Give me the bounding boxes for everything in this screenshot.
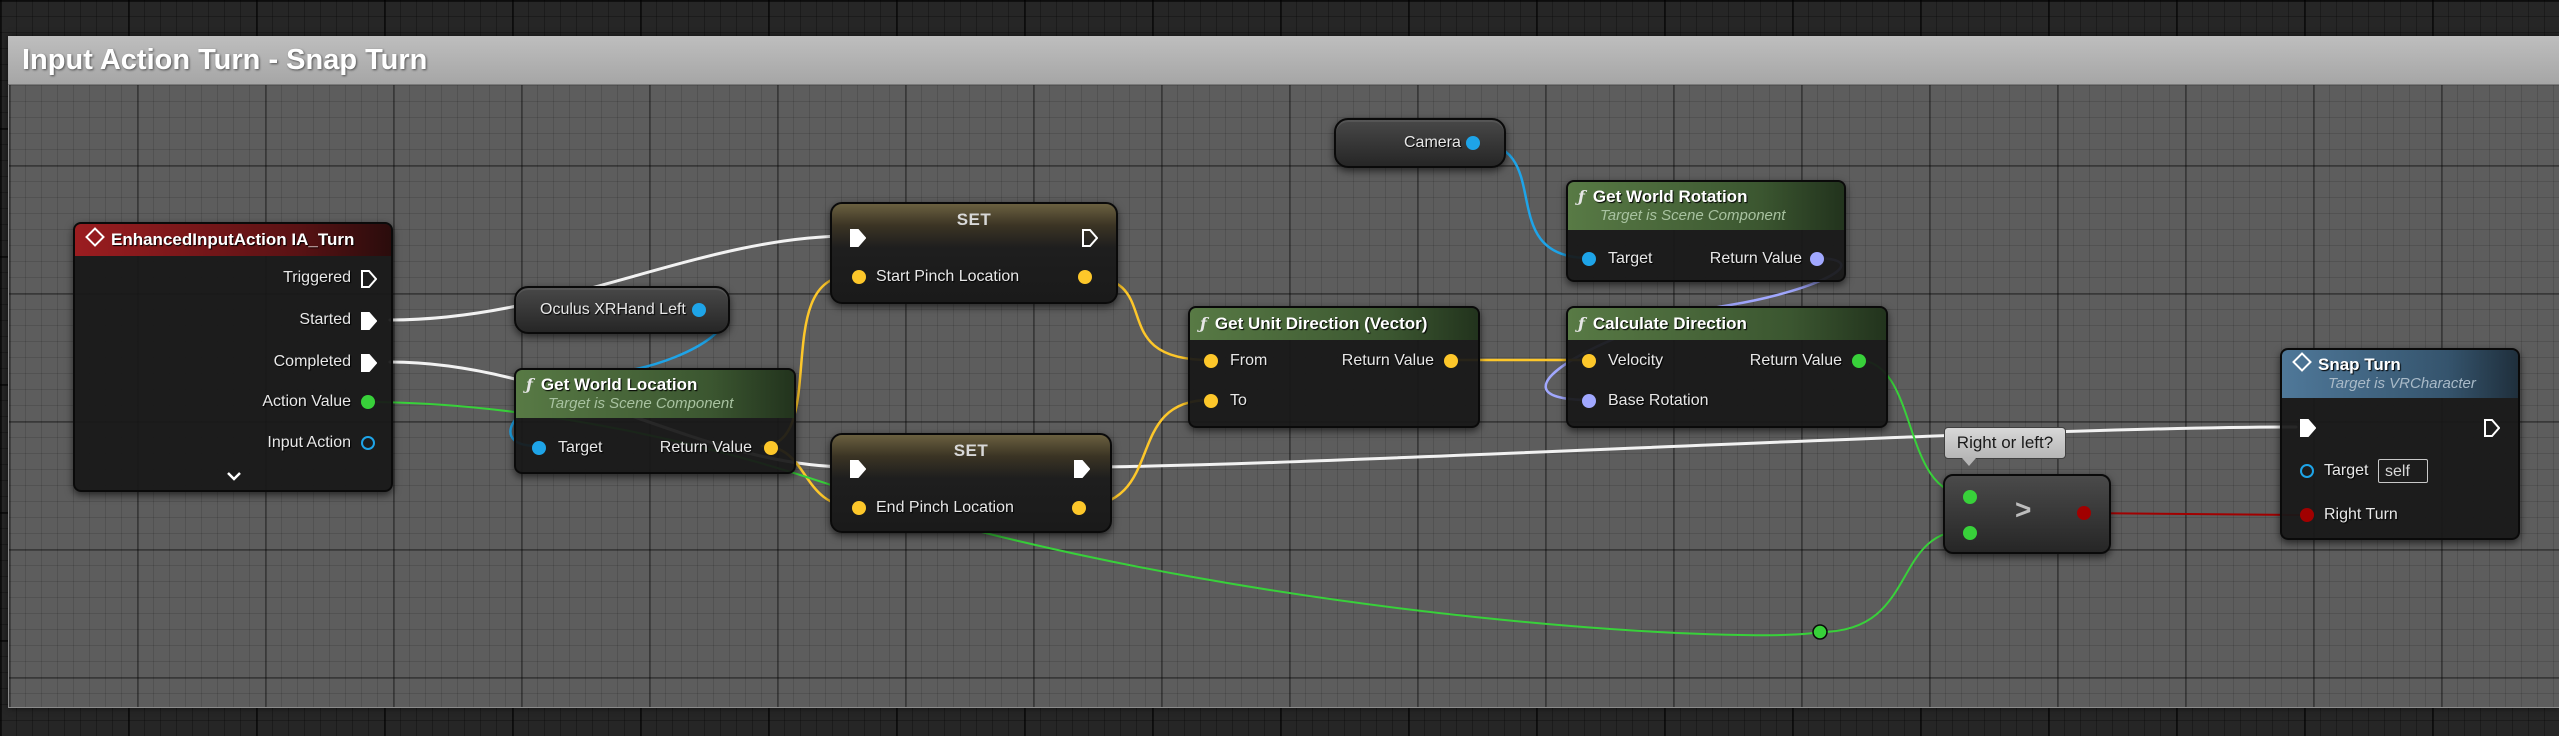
exec-pin-input[interactable] bbox=[850, 460, 866, 478]
wire-bool-compare-right-turn[interactable] bbox=[2079, 512, 2303, 516]
exec-pin-output[interactable] bbox=[2484, 419, 2500, 437]
node-title: EnhancedInputAction IA_Turn bbox=[111, 230, 355, 249]
target-default-value[interactable]: self bbox=[2378, 459, 2428, 483]
pin-base-rotation-input[interactable] bbox=[1582, 394, 1596, 408]
pin-input-action[interactable] bbox=[361, 436, 375, 450]
pin-label-end-pinch-location: End Pinch Location bbox=[876, 499, 1014, 516]
pin-label-target: Target bbox=[2324, 462, 2369, 479]
pin-right-turn-input[interactable] bbox=[2300, 508, 2314, 522]
node-title: SET bbox=[953, 441, 989, 460]
pin-target-input[interactable] bbox=[1582, 252, 1596, 266]
event-icon bbox=[2292, 352, 2312, 372]
function-icon: ƒ bbox=[526, 375, 533, 394]
pin-target-input[interactable] bbox=[2300, 464, 2314, 478]
oculus-xrhand-left-variable-node[interactable]: Oculus XRHand Left bbox=[514, 286, 730, 334]
pin-a-input[interactable] bbox=[1963, 490, 1977, 504]
pin-label-triggered: Triggered bbox=[283, 269, 351, 286]
wire-exec-set-end-snap-turn[interactable] bbox=[1078, 425, 2298, 469]
node-title: Get World Location bbox=[540, 375, 698, 394]
pin-return-value-output[interactable] bbox=[764, 441, 778, 455]
exec-pin-started[interactable] bbox=[361, 312, 377, 330]
exec-pin-output[interactable] bbox=[1082, 229, 1098, 247]
node-subtitle: Target is VRCharacter bbox=[2328, 375, 2476, 392]
variable-label: Oculus XRHand Left bbox=[540, 301, 686, 318]
enhanced-input-action-node[interactable]: EnhancedInputAction IA_Turn Triggered St… bbox=[73, 222, 393, 492]
exec-pin-input[interactable] bbox=[2300, 419, 2316, 437]
pin-label-velocity: Velocity bbox=[1608, 352, 1664, 369]
greater-than-symbol: > bbox=[2015, 494, 2032, 525]
pin-return-value-output[interactable] bbox=[1852, 354, 1866, 368]
function-icon: ƒ bbox=[1200, 314, 1207, 333]
function-icon: ƒ bbox=[1578, 314, 1585, 333]
pin-end-pinch-input[interactable] bbox=[852, 501, 866, 515]
set-end-pinch-location-node[interactable]: SET End Pinch Location bbox=[830, 433, 1112, 533]
function-icon: ƒ bbox=[1578, 187, 1585, 206]
pin-label-return-value: Return Value bbox=[1341, 352, 1434, 369]
node-header: EnhancedInputAction IA_Turn bbox=[75, 224, 391, 256]
node-comment-bubble[interactable]: Right or left? bbox=[1944, 427, 2066, 459]
calculate-direction-node[interactable]: ƒ Calculate Direction Velocity Return Val… bbox=[1566, 306, 1888, 428]
pin-label-from: From bbox=[1230, 352, 1268, 369]
pin-label-return-value: Return Value bbox=[1709, 250, 1802, 267]
pin-end-pinch-output[interactable] bbox=[1072, 501, 1086, 515]
node-title: Get Unit Direction (Vector) bbox=[1214, 314, 1428, 333]
node-comment-arrow bbox=[1962, 458, 1976, 466]
snap-turn-node[interactable]: Snap Turn Target is VRCharacter Target s… bbox=[2280, 348, 2520, 540]
node-header: ƒ Get Unit Direction (Vector) bbox=[1190, 308, 1478, 340]
pin-start-pinch-input[interactable] bbox=[852, 270, 866, 284]
greater-than-node[interactable]: > bbox=[1943, 474, 2111, 554]
pin-label-action-value: Action Value bbox=[262, 393, 351, 410]
pin-target-input[interactable] bbox=[532, 441, 546, 455]
pin-label-target: Target bbox=[558, 439, 603, 456]
pin-label-base-rotation: Base Rotation bbox=[1608, 392, 1709, 409]
chevron-down-icon[interactable] bbox=[226, 471, 242, 483]
pin-label-start-pinch-location: Start Pinch Location bbox=[876, 268, 1020, 285]
pin-label-right-turn: Right Turn bbox=[2324, 506, 2398, 523]
reroute-node[interactable] bbox=[1812, 624, 1828, 640]
pin-action-value[interactable] bbox=[361, 395, 375, 409]
node-header: ƒ Calculate Direction bbox=[1568, 308, 1886, 340]
variable-label: Camera bbox=[1404, 134, 1461, 151]
exec-pin-output[interactable] bbox=[1074, 460, 1090, 478]
pin-label-return-value: Return Value bbox=[659, 439, 752, 456]
node-title: SET bbox=[956, 210, 992, 229]
node-title: Snap Turn bbox=[2318, 355, 2401, 374]
pin-start-pinch-output[interactable] bbox=[1078, 270, 1092, 284]
pin-label-target: Target bbox=[1608, 250, 1653, 267]
pin-return-value-output[interactable] bbox=[1444, 354, 1458, 368]
node-subtitle: Target is Scene Component bbox=[1600, 207, 1786, 224]
node-subtitle: Target is Scene Component bbox=[548, 395, 734, 412]
exec-pin-input[interactable] bbox=[850, 229, 866, 247]
node-header: ƒ Get World Location Target is Scene Comp… bbox=[516, 370, 794, 418]
pin-label-input-action: Input Action bbox=[267, 434, 351, 451]
pin-label-started: Started bbox=[299, 311, 351, 328]
pin-b-input[interactable] bbox=[1963, 526, 1977, 540]
node-header: Snap Turn Target is VRCharacter bbox=[2282, 350, 2518, 398]
camera-variable-node[interactable]: Camera bbox=[1334, 118, 1506, 168]
get-world-rotation-node[interactable]: ƒ Get World Rotation Target is Scene Comp… bbox=[1566, 180, 1846, 282]
event-icon bbox=[85, 227, 105, 247]
pin-from-input[interactable] bbox=[1204, 354, 1218, 368]
pin-label-to: To bbox=[1230, 392, 1247, 409]
exec-pin-completed[interactable] bbox=[361, 354, 377, 372]
pin-camera-output[interactable] bbox=[1466, 136, 1480, 150]
node-title: Calculate Direction bbox=[1592, 314, 1747, 333]
pin-velocity-input[interactable] bbox=[1582, 354, 1596, 368]
node-title: Get World Rotation bbox=[1592, 187, 1748, 206]
node-header: ƒ Get World Rotation Target is Scene Comp… bbox=[1568, 182, 1844, 230]
pin-oculus-output[interactable] bbox=[692, 303, 706, 317]
get-unit-direction-node[interactable]: ƒ Get Unit Direction (Vector) From Return… bbox=[1188, 306, 1480, 428]
pin-label-completed: Completed bbox=[273, 353, 351, 370]
exec-pin-triggered[interactable] bbox=[361, 270, 377, 288]
pin-label-return-value: Return Value bbox=[1749, 352, 1842, 369]
pin-to-input[interactable] bbox=[1204, 394, 1218, 408]
pin-result-output[interactable] bbox=[2077, 506, 2091, 520]
get-world-location-node[interactable]: ƒ Get World Location Target is Scene Comp… bbox=[514, 368, 796, 474]
set-start-pinch-location-node[interactable]: SET Start Pinch Location bbox=[830, 202, 1118, 304]
pin-return-value-output[interactable] bbox=[1810, 252, 1824, 266]
